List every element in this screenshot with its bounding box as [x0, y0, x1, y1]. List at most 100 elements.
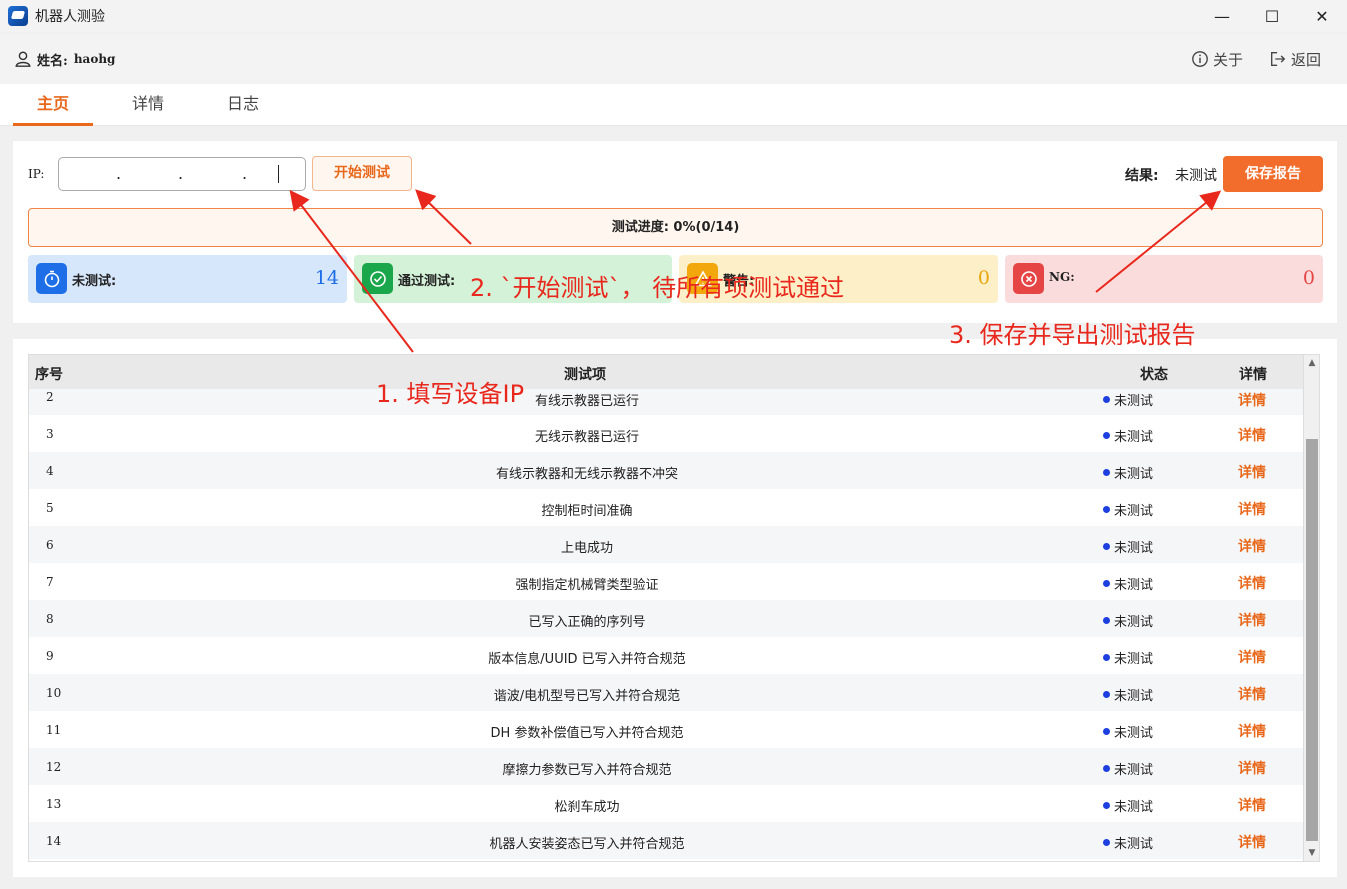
stat-untested-value: 14 [314, 267, 339, 289]
scroll-down-arrow-icon[interactable]: ▼ [1304, 845, 1319, 861]
table-body: 2 有线示教器已运行 未测试 详情 3 无线示教器已运行 未测试 详情 4 有线示教器和无线示教器… [29, 389, 1305, 859]
cell-test-item: 已写入正确的序列号 [528, 615, 646, 630]
close-button[interactable]: ✕ [1297, 0, 1347, 32]
status-text: 未测试 [1114, 763, 1154, 778]
status-dot-icon [1103, 802, 1110, 809]
annotation-step2: 2. `开始测试`， 待所有项测试通过 [470, 274, 845, 302]
user-icon [15, 51, 31, 67]
header-detail: 详情 [1239, 367, 1267, 383]
table-row: 13 松刹车成功 未测试 详情 [29, 785, 1305, 822]
detail-link[interactable]: 详情 [1238, 721, 1266, 741]
result-value: 未测试 [1175, 168, 1217, 184]
stat-untested-card: 未测试: 14 [28, 255, 347, 303]
table-row: 2 有线示教器已运行 未测试 详情 [29, 389, 1305, 415]
cell-test-item: 摩擦力参数已写入并符合规范 [502, 763, 672, 778]
ip-separator: . [116, 164, 122, 183]
detail-link[interactable]: 详情 [1238, 425, 1266, 445]
save-report-button[interactable]: 保存报告 [1223, 156, 1323, 192]
scroll-up-arrow-icon[interactable]: ▲ [1304, 355, 1319, 371]
about-label: 关于 [1212, 50, 1243, 69]
back-label: 返回 [1290, 50, 1321, 69]
cell-test-item: 控制柜时间准确 [541, 504, 633, 519]
top-actions: 关于 返回 [1191, 34, 1321, 84]
stat-pass-label: 通过测试: [398, 274, 456, 289]
status-dot-icon [1103, 469, 1110, 476]
stopwatch-icon [36, 263, 67, 294]
status-dot-icon [1103, 396, 1110, 403]
cell-test-item: 有线示教器已运行 [534, 394, 639, 409]
annotation-step1: 1. 填写设备IP [376, 380, 525, 408]
status-text: 未测试 [1114, 467, 1154, 482]
detail-link[interactable]: 详情 [1238, 573, 1266, 593]
test-progress-bar: 测试进度: 0%(0/14) [28, 208, 1323, 247]
detail-link[interactable]: 详情 [1238, 536, 1266, 556]
cell-test-item: 有线示教器和无线示教器不冲突 [495, 467, 678, 482]
cell-status: 未测试 [1103, 611, 1153, 630]
progress-text: 测试进度: 0%(0/14) [611, 220, 740, 235]
detail-link[interactable]: 详情 [1238, 684, 1266, 704]
detail-link[interactable]: 详情 [1238, 390, 1266, 410]
status-dot-icon [1103, 691, 1110, 698]
cell-status: 未测试 [1103, 390, 1153, 409]
back-button[interactable]: 返回 [1269, 49, 1321, 70]
tab-bar: 主页 详情 日志 [0, 84, 1347, 126]
detail-link[interactable]: 详情 [1238, 758, 1266, 778]
status-text: 未测试 [1114, 837, 1154, 852]
status-text: 未测试 [1114, 541, 1154, 556]
app-logo-icon [8, 6, 28, 26]
stat-ng-value: 0 [1302, 267, 1315, 289]
cell-status: 未测试 [1103, 574, 1153, 593]
status-text: 未测试 [1114, 504, 1154, 519]
table-row: 11 DH 参数补偿值已写入并符合规范 未测试 详情 [29, 711, 1305, 748]
cell-status: 未测试 [1103, 426, 1153, 445]
detail-link[interactable]: 详情 [1238, 647, 1266, 667]
cell-status: 未测试 [1103, 796, 1153, 815]
detail-link[interactable]: 详情 [1238, 499, 1266, 519]
status-text: 未测试 [1114, 394, 1154, 409]
detail-link[interactable]: 详情 [1238, 462, 1266, 482]
check-circle-icon [362, 263, 393, 294]
table-row: 12 摩擦力参数已写入并符合规范 未测试 详情 [29, 748, 1305, 785]
close-circle-icon [1013, 263, 1044, 294]
cell-test-item: 强制指定机械臂类型验证 [515, 578, 659, 593]
header-no: 序号 [35, 367, 63, 383]
ip-address-input[interactable]: . . . [58, 157, 306, 191]
status-dot-icon [1103, 654, 1110, 661]
minimize-button[interactable]: — [1197, 0, 1247, 32]
status-text: 未测试 [1114, 726, 1154, 741]
tab-home[interactable]: 主页 [13, 84, 93, 126]
status-text: 未测试 [1114, 578, 1154, 593]
tab-log[interactable]: 日志 [203, 84, 283, 126]
stat-ng-card: NG: 0 [1005, 255, 1323, 303]
table-row: 5 控制柜时间准确 未测试 详情 [29, 489, 1305, 526]
table-header: 序号 测试项 状态 详情 [29, 355, 1305, 389]
table-row: 7 强制指定机械臂类型验证 未测试 详情 [29, 563, 1305, 600]
stat-ng-label: NG: [1049, 270, 1075, 284]
about-button[interactable]: 关于 [1191, 49, 1243, 70]
scroll-thumb[interactable] [1306, 439, 1318, 841]
table-row: 9 版本信息/UUID 已写入并符合规范 未测试 详情 [29, 637, 1305, 674]
detail-link[interactable]: 详情 [1238, 832, 1266, 852]
status-text: 未测试 [1114, 430, 1154, 445]
start-test-button[interactable]: 开始测试 [312, 156, 412, 191]
cell-test-item: 上电成功 [560, 541, 613, 556]
table-row: 14 机器人安装姿态已写入并符合规范 未测试 详情 [29, 822, 1305, 859]
detail-link[interactable]: 详情 [1238, 795, 1266, 815]
status-dot-icon [1103, 765, 1110, 772]
cell-test-item: 无线示教器已运行 [534, 430, 639, 445]
table-scrollbar[interactable]: ▲ ▼ [1303, 355, 1319, 861]
user-bar: 姓名: haohg 关于 返回 [0, 34, 1347, 84]
cell-status: 未测试 [1103, 463, 1153, 482]
tab-details[interactable]: 详情 [108, 84, 188, 126]
detail-link[interactable]: 详情 [1238, 610, 1266, 630]
annotation-step3: 3. 保存并导出测试报告 [949, 321, 1196, 349]
cell-test-item: 版本信息/UUID 已写入并符合规范 [488, 652, 686, 667]
status-dot-icon [1103, 728, 1110, 735]
cell-status: 未测试 [1103, 648, 1153, 667]
cell-test-item: 松刹车成功 [554, 800, 620, 815]
status-text: 未测试 [1114, 652, 1154, 667]
cell-status: 未测试 [1103, 833, 1153, 852]
status-dot-icon [1103, 543, 1110, 550]
maximize-button[interactable]: ☐ [1247, 0, 1297, 32]
result-label: 结果: [1125, 168, 1159, 184]
